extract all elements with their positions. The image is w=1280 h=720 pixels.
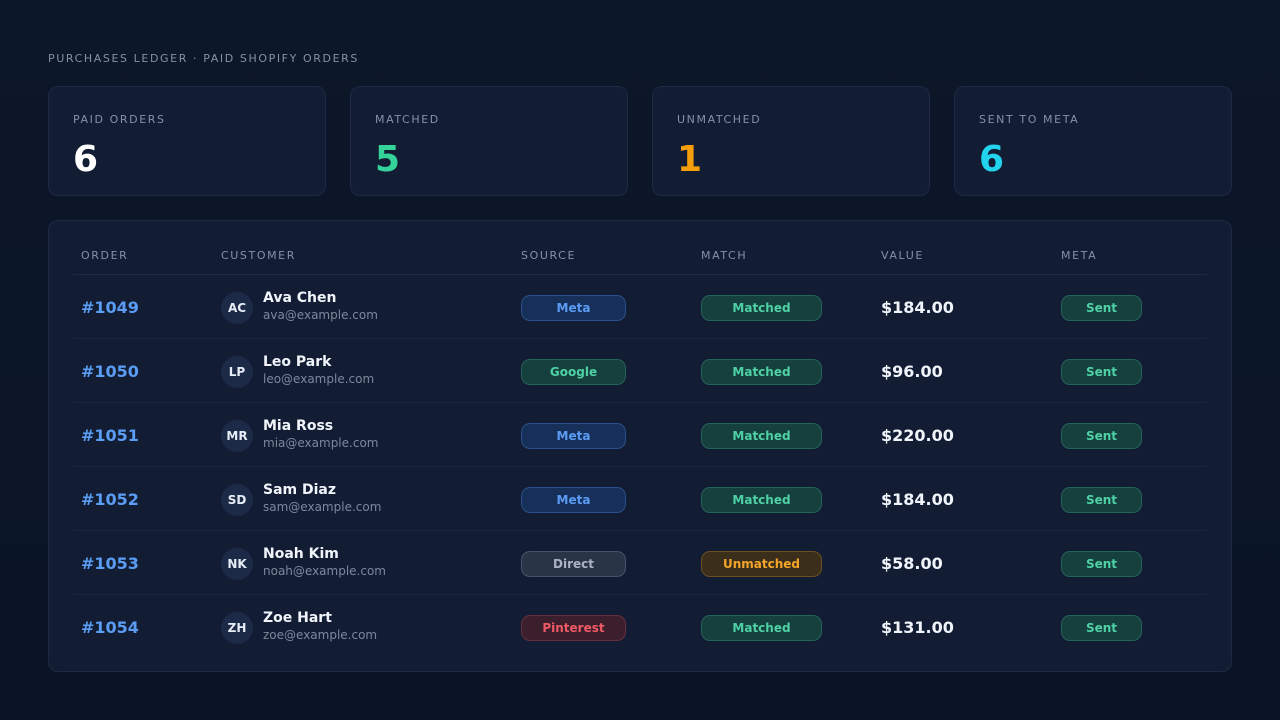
order-value: $220.00 <box>881 426 954 445</box>
customer-cell: LP Leo Park leo@example.com <box>221 353 374 388</box>
order-value: $58.00 <box>881 554 943 573</box>
stat-value: 1 <box>677 139 703 180</box>
avatar: MR <box>221 419 253 452</box>
customer-email: mia@example.com <box>263 436 379 450</box>
customer-cell: ZH Zoe Hart zoe@example.com <box>221 609 377 644</box>
avatar: LP <box>221 355 253 388</box>
customer-name: Noah Kim <box>263 546 339 562</box>
order-number-link[interactable]: #1050 <box>81 362 139 381</box>
stat-card-unmatched: UNMATCHED 1 <box>652 86 930 196</box>
stat-label: PAID ORDERS <box>73 113 166 126</box>
avatar: ZH <box>221 611 253 644</box>
order-number-link[interactable]: #1049 <box>81 298 139 317</box>
match-status-badge: Matched <box>701 487 822 513</box>
column-header-customer[interactable]: CUSTOMER <box>221 249 296 262</box>
order-number-link[interactable]: #1054 <box>81 618 139 637</box>
customer-email: zoe@example.com <box>263 628 378 642</box>
avatar: SD <box>221 483 253 516</box>
customer-cell: NK Noah Kim noah@example.com <box>221 545 386 580</box>
page-title: PURCHASES LEDGER · PAID SHOPIFY ORDERS <box>48 52 359 65</box>
customer-name: Mia Ross <box>263 418 334 434</box>
meta-status-badge: Sent <box>1061 551 1142 577</box>
customer-name: Ava Chen <box>263 290 337 306</box>
customer-cell: AC Ava Chen ava@example.com <box>221 289 378 324</box>
table-row[interactable]: #1049 AC Ava Chen ava@example.com Meta M… <box>73 275 1207 339</box>
customer-cell: MR Mia Ross mia@example.com <box>221 417 378 452</box>
customer-info: Leo Park leo@example.com <box>263 353 374 388</box>
table-row[interactable]: #1052 SD Sam Diaz sam@example.com Meta M… <box>73 467 1207 531</box>
table-row[interactable]: #1050 LP Leo Park leo@example.com Google… <box>73 339 1207 403</box>
customer-name: Zoe Hart <box>263 610 332 626</box>
stat-value: 5 <box>375 139 401 180</box>
stat-card-paid-orders: PAID ORDERS 6 <box>48 86 326 196</box>
ledger-page: PURCHASES LEDGER · PAID SHOPIFY ORDERS P… <box>0 0 1280 720</box>
customer-email: sam@example.com <box>263 500 382 514</box>
column-header-value[interactable]: VALUE <box>881 249 924 262</box>
order-value: $131.00 <box>881 618 954 637</box>
stat-label: UNMATCHED <box>677 113 762 126</box>
source-badge: Direct <box>521 551 626 577</box>
stats-row: PAID ORDERS 6 MATCHED 5 UNMATCHED 1 SENT… <box>48 86 1232 196</box>
column-header-source[interactable]: SOURCE <box>521 249 576 262</box>
match-status-badge: Matched <box>701 615 822 641</box>
meta-status-badge: Sent <box>1061 487 1142 513</box>
customer-email: ava@example.com <box>263 308 378 322</box>
customer-email: noah@example.com <box>263 564 386 578</box>
table-header: ORDER CUSTOMER SOURCE MATCH VALUE META <box>73 221 1207 275</box>
order-number-link[interactable]: #1051 <box>81 426 139 445</box>
order-number-link[interactable]: #1053 <box>81 554 139 573</box>
table-row[interactable]: #1053 NK Noah Kim noah@example.com Direc… <box>73 531 1207 595</box>
source-badge: Google <box>521 359 626 385</box>
customer-info: Ava Chen ava@example.com <box>263 289 378 324</box>
avatar: AC <box>221 291 253 324</box>
source-badge: Meta <box>521 487 626 513</box>
stat-label: MATCHED <box>375 113 440 126</box>
column-header-match[interactable]: MATCH <box>701 249 747 262</box>
customer-info: Zoe Hart zoe@example.com <box>263 609 377 644</box>
orders-table: ORDER CUSTOMER SOURCE MATCH VALUE META #… <box>48 220 1232 672</box>
meta-status-badge: Sent <box>1061 423 1142 449</box>
customer-email: leo@example.com <box>263 372 375 386</box>
avatar: NK <box>221 547 253 580</box>
table-body: #1049 AC Ava Chen ava@example.com Meta M… <box>73 275 1207 659</box>
meta-status-badge: Sent <box>1061 295 1142 321</box>
customer-info: Mia Ross mia@example.com <box>263 417 378 452</box>
meta-status-badge: Sent <box>1061 359 1142 385</box>
order-value: $184.00 <box>881 298 954 317</box>
stat-value: 6 <box>73 139 99 180</box>
column-header-order[interactable]: ORDER <box>81 249 128 262</box>
order-value: $184.00 <box>881 490 954 509</box>
stat-value: 6 <box>979 139 1005 180</box>
stat-label: SENT TO META <box>979 113 1080 126</box>
match-status-badge: Matched <box>701 295 822 321</box>
customer-cell: SD Sam Diaz sam@example.com <box>221 481 381 516</box>
customer-info: Sam Diaz sam@example.com <box>263 481 381 516</box>
order-number-link[interactable]: #1052 <box>81 490 139 509</box>
stat-card-matched: MATCHED 5 <box>350 86 628 196</box>
stat-card-sent-to-meta: SENT TO META 6 <box>954 86 1232 196</box>
table-row[interactable]: #1054 ZH Zoe Hart zoe@example.com Pinter… <box>73 595 1207 659</box>
source-badge: Meta <box>521 423 626 449</box>
source-badge: Pinterest <box>521 615 626 641</box>
match-status-badge: Matched <box>701 359 822 385</box>
column-header-meta[interactable]: META <box>1061 249 1097 262</box>
source-badge: Meta <box>521 295 626 321</box>
match-status-badge: Unmatched <box>701 551 822 577</box>
match-status-badge: Matched <box>701 423 822 449</box>
meta-status-badge: Sent <box>1061 615 1142 641</box>
customer-name: Leo Park <box>263 354 332 370</box>
customer-info: Noah Kim noah@example.com <box>263 545 386 580</box>
order-value: $96.00 <box>881 362 943 381</box>
table-row[interactable]: #1051 MR Mia Ross mia@example.com Meta M… <box>73 403 1207 467</box>
customer-name: Sam Diaz <box>263 482 337 498</box>
